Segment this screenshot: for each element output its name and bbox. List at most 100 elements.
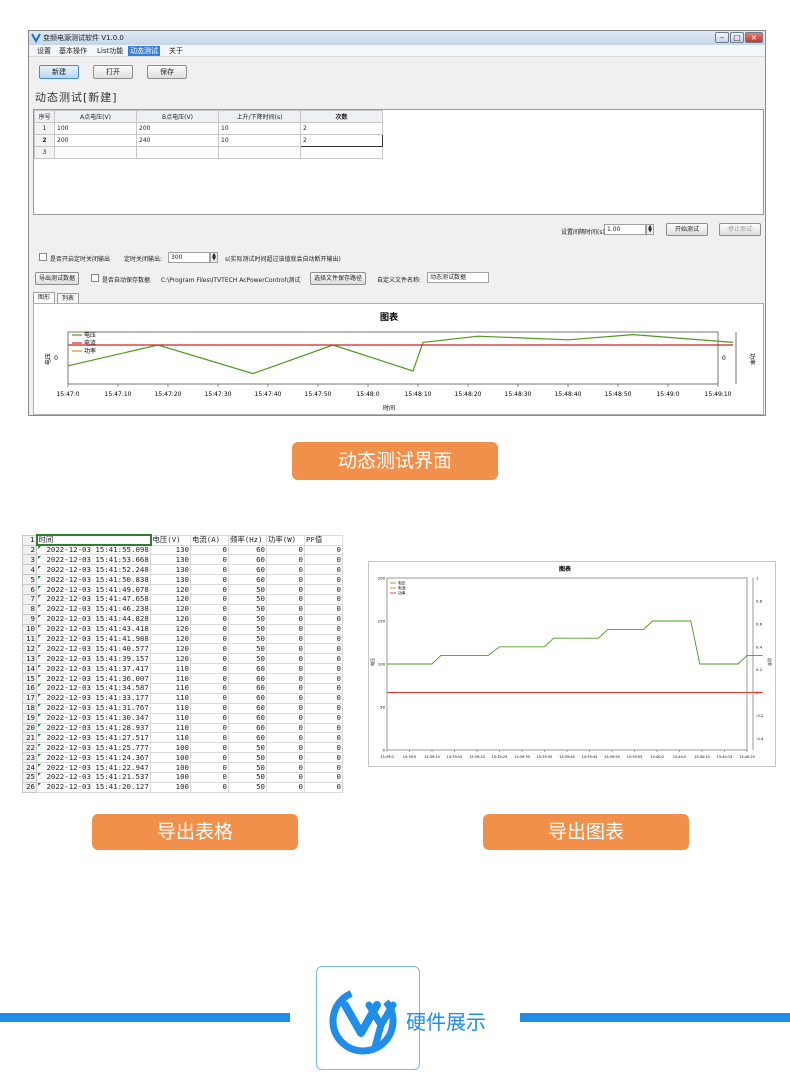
table-cell[interactable]: 60	[228, 554, 267, 566]
table-cell[interactable]: 0	[190, 781, 229, 793]
table-cell[interactable]: 120	[150, 633, 191, 645]
table-cell[interactable]: 0	[304, 673, 343, 684]
table-cell[interactable]: 0	[190, 682, 229, 694]
table-cell[interactable]: 0	[266, 663, 305, 675]
cell-b-voltage[interactable]	[136, 146, 219, 159]
table-cell[interactable]: 0	[304, 712, 343, 724]
table-cell[interactable]: 0	[266, 564, 305, 576]
table-cell[interactable]: 0	[190, 643, 229, 655]
table-cell[interactable]: 110	[150, 663, 191, 675]
table-row[interactable]: 11 2022-12-03 15:41:41.988 120 0 50 0 0	[22, 633, 343, 645]
table-cell[interactable]: 60	[228, 692, 267, 704]
close-button[interactable]: ×	[745, 32, 763, 43]
table-cell[interactable]: 60	[228, 673, 267, 684]
table-cell[interactable]: 50	[228, 643, 267, 655]
table-row[interactable]: 16 2022-12-03 15:41:34.587 110 0 60 0 0	[22, 682, 343, 694]
table-cell[interactable]: 0	[190, 653, 229, 665]
table-row[interactable]: 2 200 240 10 2	[34, 134, 383, 147]
cell-a-voltage[interactable]	[54, 146, 137, 159]
table-cell[interactable]: 0	[266, 752, 305, 764]
table-cell[interactable]: 110	[150, 682, 191, 694]
custom-name-input[interactable]: 动态测试数据	[427, 272, 489, 283]
col-header-b-voltage[interactable]: B点电压(V)	[136, 110, 219, 123]
table-cell[interactable]: 2022-12-03 15:41:25.777	[36, 742, 151, 754]
column-header[interactable]: 电流(A)	[190, 534, 229, 546]
table-cell[interactable]: 0	[266, 584, 305, 595]
timed-off-checkbox[interactable]	[39, 253, 47, 261]
table-cell[interactable]: 0	[266, 781, 305, 793]
column-header[interactable]: 频率(Hz)	[228, 534, 267, 546]
table-row[interactable]: 10 2022-12-03 15:41:43.418 120 0 50 0 0	[22, 623, 343, 635]
table-cell[interactable]: 50	[228, 613, 267, 625]
interval-spinner[interactable]: ▲ ▼	[646, 224, 654, 235]
table-cell[interactable]: 0	[190, 663, 229, 675]
table-cell[interactable]: 60	[228, 574, 267, 586]
cell-count[interactable]: 2	[300, 134, 383, 147]
table-cell[interactable]: 0	[304, 623, 343, 635]
cell-a-voltage[interactable]: 100	[54, 122, 137, 135]
table-cell[interactable]: 2022-12-03 15:41:33.177	[36, 692, 151, 704]
table-cell[interactable]: 2022-12-03 15:41:49.078	[36, 584, 151, 595]
table-cell[interactable]: 2022-12-03 15:41:40.577	[36, 643, 151, 655]
table-cell[interactable]: 0	[190, 564, 229, 576]
table-cell[interactable]: 0	[304, 593, 343, 605]
table-row[interactable]: 24 2022-12-03 15:41:22.947 100 0 50 0 0	[22, 762, 343, 773]
table-cell[interactable]: 0	[304, 722, 343, 734]
table-row[interactable]: 25 2022-12-03 15:41:21.537 100 0 50 0 0	[22, 771, 343, 783]
table-row[interactable]: 22 2022-12-03 15:41:25.777 100 0 50 0 0	[22, 742, 343, 754]
table-cell[interactable]: 50	[228, 771, 267, 783]
table-cell[interactable]: 0	[190, 722, 229, 734]
table-cell[interactable]: 60	[228, 682, 267, 694]
table-cell[interactable]: 0	[304, 613, 343, 625]
table-cell[interactable]: 0	[304, 633, 343, 645]
table-cell[interactable]: 50	[228, 603, 267, 615]
table-cell[interactable]: 60	[228, 564, 267, 576]
table-cell[interactable]: 100	[150, 742, 191, 754]
open-button[interactable]: 打开	[93, 65, 133, 79]
table-cell[interactable]: 0	[190, 771, 229, 783]
table-cell[interactable]: 0	[304, 564, 343, 576]
table-cell[interactable]: 0	[190, 752, 229, 764]
table-cell[interactable]: 0	[190, 712, 229, 724]
table-cell[interactable]: 50	[228, 584, 267, 595]
stop-test-button[interactable]: 停止测试	[719, 223, 761, 236]
table-cell[interactable]: 0	[304, 771, 343, 783]
table-cell[interactable]: 0	[266, 574, 305, 586]
table-cell[interactable]: 2022-12-03 15:41:24.367	[36, 752, 151, 764]
table-cell[interactable]: 50	[228, 781, 267, 793]
auto-save-checkbox[interactable]	[91, 274, 99, 282]
table-cell[interactable]: 0	[304, 643, 343, 655]
table-cell[interactable]: 60	[228, 732, 267, 744]
table-cell[interactable]: 120	[150, 643, 191, 655]
column-header[interactable]: 功率(W)	[266, 534, 305, 546]
table-cell[interactable]: 0	[190, 702, 229, 714]
export-data-button[interactable]: 导出测试数据	[35, 272, 80, 285]
table-row[interactable]: 6 2022-12-03 15:41:49.078 120 0 50 0 0	[22, 584, 343, 595]
cell-count[interactable]	[300, 146, 383, 159]
table-cell[interactable]: 50	[228, 623, 267, 635]
table-cell[interactable]: 60	[228, 663, 267, 675]
table-cell[interactable]: 0	[190, 544, 229, 556]
cell-count[interactable]: 2	[300, 122, 383, 135]
table-cell[interactable]: 0	[190, 633, 229, 645]
table-cell[interactable]: 120	[150, 603, 191, 615]
tab-list[interactable]: 列表	[57, 293, 80, 303]
table-cell[interactable]: 0	[304, 781, 343, 793]
table-row[interactable]: 1 100 200 10 2	[34, 122, 383, 135]
timed-off-spinner[interactable]: ▲ ▼	[210, 252, 218, 263]
interval-input[interactable]: 1.00	[604, 224, 646, 235]
cell-ramp-time[interactable]	[218, 146, 301, 159]
table-cell[interactable]: 0	[266, 643, 305, 655]
column-header[interactable]: 时间	[35, 534, 152, 546]
table-cell[interactable]: 100	[150, 752, 191, 764]
cell-a-voltage[interactable]: 200	[54, 134, 137, 147]
table-row[interactable]: 3	[34, 146, 383, 159]
table-cell[interactable]: 0	[266, 623, 305, 635]
table-cell[interactable]: 60	[228, 544, 267, 556]
table-row[interactable]: 20 2022-12-03 15:41:28.937 110 0 60 0 0	[22, 722, 343, 734]
table-cell[interactable]: 50	[228, 653, 267, 665]
table-cell[interactable]: 120	[150, 623, 191, 635]
table-cell[interactable]: 2022-12-03 15:41:41.988	[36, 633, 151, 645]
table-cell[interactable]: 100	[150, 781, 191, 793]
table-cell[interactable]: 0	[190, 673, 229, 684]
